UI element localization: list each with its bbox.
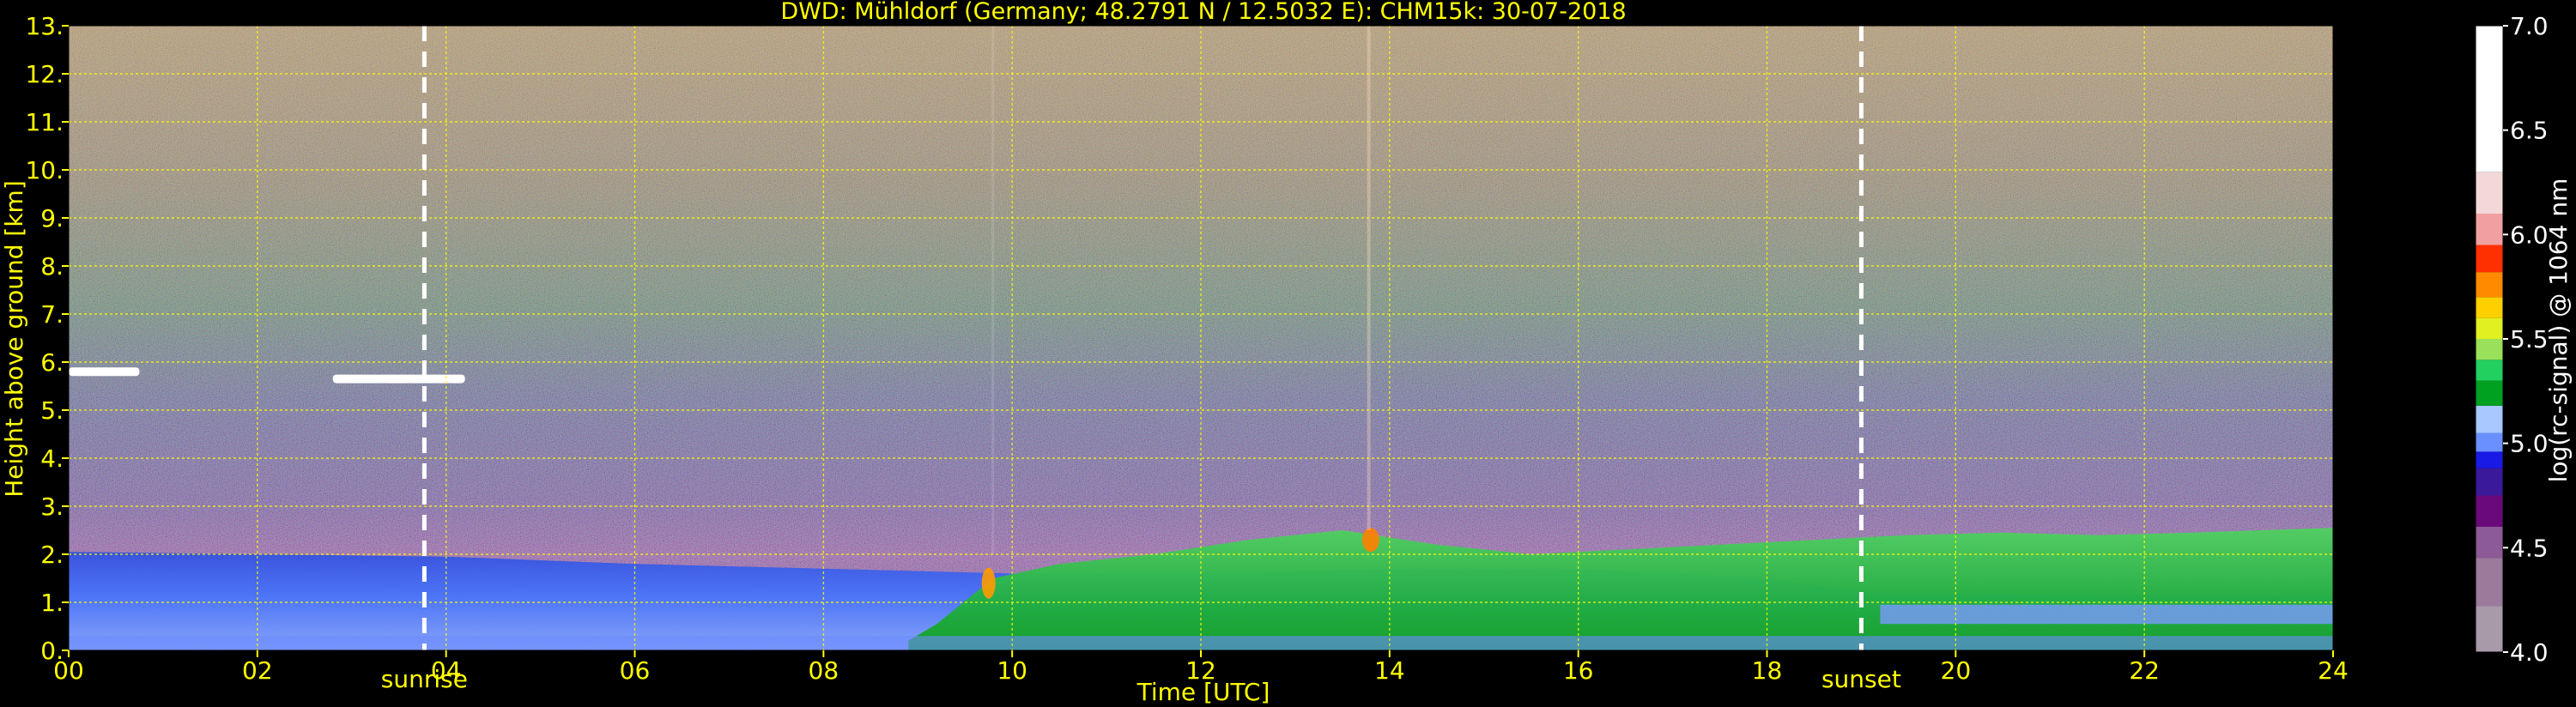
nocturnal-layer — [1880, 604, 2333, 625]
x-axis-label: Time [UTC] — [1136, 678, 1270, 706]
x-tick-label: 08 — [809, 656, 839, 685]
aerosol-plume — [1361, 528, 1379, 553]
colorbar-swatch — [2476, 26, 2503, 172]
colorbar-swatch — [2476, 527, 2503, 559]
y-tick-label: 13. — [25, 12, 64, 40]
colorbar-tick-label: 5.5 — [2510, 325, 2549, 354]
y-tick-label: 10. — [25, 156, 64, 184]
x-tick-label: 02 — [242, 656, 273, 685]
colorbar-swatch — [2476, 468, 2503, 496]
y-tick-label: 8. — [40, 252, 64, 281]
colorbar-tick-label: 4.0 — [2510, 638, 2549, 667]
y-tick-label: 9. — [40, 204, 64, 233]
colorbar-swatch — [2476, 495, 2503, 527]
cloud — [332, 374, 465, 384]
chart-title: DWD: Mühldorf (Germany; 48.2791 N / 12.5… — [780, 0, 1626, 25]
precip-streak — [991, 26, 995, 554]
y-tick-label: 12. — [25, 60, 64, 88]
x-tick-label: 06 — [620, 656, 651, 685]
x-tick-label: 10 — [997, 656, 1027, 685]
colorbar: 4.0 4.5 5.0 5.5 6.0 6.5 7.0 — [2475, 12, 2549, 667]
colorbar-tick-label: 6.5 — [2510, 117, 2549, 145]
colorbar-tick-label: 7.0 — [2510, 12, 2549, 40]
y-axis: 0. 1. 2. 3. 4. 5. 6. 7. 8. 9. 10. 11. 12. 13. — [25, 12, 69, 665]
colorbar-swatch — [2476, 297, 2503, 318]
y-tick-label: 5. — [40, 396, 64, 425]
colorbar-swatch — [2476, 245, 2503, 273]
cloud — [69, 367, 140, 377]
ceilometer-chart: DWD: Mühldorf (Germany; 48.2791 N / 12.5… — [0, 0, 2573, 706]
x-tick-label: 20 — [1941, 656, 1972, 685]
colorbar-swatch — [2476, 380, 2503, 406]
colorbar-swatch — [2476, 606, 2503, 652]
y-tick-label: 2. — [40, 541, 64, 569]
sunset-label: sunset — [1821, 665, 1901, 693]
y-tick-label: 11. — [25, 108, 64, 136]
colorbar-tick-label: 6.0 — [2510, 221, 2549, 249]
x-tick-label: 04 — [431, 656, 462, 685]
y-tick-label: 1. — [40, 589, 64, 617]
y-tick-label: 4. — [40, 444, 64, 473]
colorbar-tick-label: 4.5 — [2510, 534, 2549, 562]
colorbar-swatch — [2476, 405, 2503, 433]
colorbar-swatch — [2476, 339, 2503, 360]
colorbar-swatch — [2476, 451, 2503, 468]
y-tick-label: 7. — [40, 300, 64, 329]
x-tick-label: 22 — [2129, 656, 2160, 685]
y-tick-label: 3. — [40, 492, 64, 521]
y-axis-label: Height above ground [km] — [0, 180, 28, 498]
y-tick-label: 6. — [40, 348, 64, 377]
y-tick-label: 0. — [40, 637, 64, 665]
colorbar-swatch — [2476, 558, 2503, 607]
aerosol-plume — [981, 567, 996, 599]
colorbar-tick-label: 5.0 — [2510, 430, 2549, 458]
precip-streak — [1367, 26, 1371, 530]
colorbar-swatch — [2476, 272, 2503, 298]
x-tick-label: 14 — [1374, 656, 1405, 685]
x-tick-label: 18 — [1752, 656, 1783, 685]
surface-layer — [69, 636, 2333, 650]
x-tick-label: 24 — [2318, 656, 2349, 685]
colorbar-swatch — [2476, 360, 2503, 381]
colorbar-swatch — [2476, 172, 2503, 214]
plot-area: sunrise sunset — [68, 25, 2334, 693]
colorbar-swatch — [2476, 432, 2503, 452]
colorbar-label: log(rc-signal) @ 1064 nm — [2544, 178, 2573, 483]
colorbar-swatch — [2476, 214, 2503, 245]
colorbar-swatch — [2476, 317, 2503, 339]
x-tick-label: 16 — [1563, 656, 1594, 685]
